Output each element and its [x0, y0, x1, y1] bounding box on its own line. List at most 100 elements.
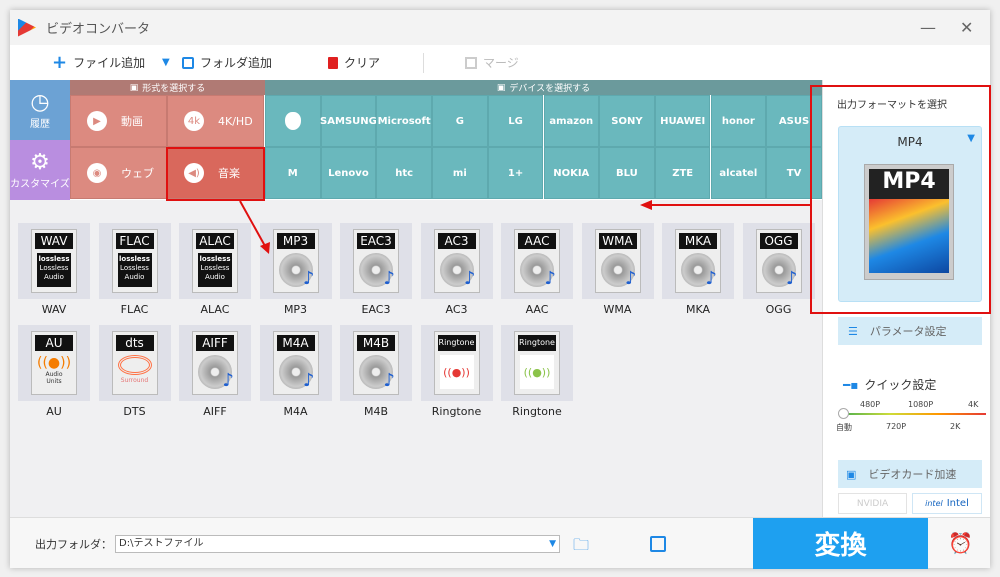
- lossless-icon: lossless Lossless Audio: [117, 253, 152, 287]
- plus-icon: +: [52, 52, 68, 73]
- slider-handle[interactable]: [838, 408, 849, 419]
- format-tile-mka[interactable]: MKA ♪: [662, 223, 734, 299]
- lenovo-logo-icon: Lenovo: [328, 167, 369, 179]
- device-motorola[interactable]: M: [265, 147, 321, 199]
- app-logo-icon: [18, 18, 36, 37]
- add-file-dropdown-icon[interactable]: ▼: [162, 57, 170, 68]
- lossless-text: Lossless Audio: [200, 264, 230, 281]
- microsoft-logo-icon: Microsoft: [377, 115, 431, 127]
- output-folder-input[interactable]: D:\テストファイル ▼: [115, 535, 560, 553]
- device-samsung[interactable]: SAMSUNG: [320, 95, 377, 147]
- device-honor[interactable]: honor: [710, 95, 767, 147]
- format-tile-aiff[interactable]: AIFF ♪: [179, 325, 251, 401]
- device-xiaomi[interactable]: mi: [432, 147, 488, 199]
- format-tile-aac[interactable]: AAC ♪: [501, 223, 573, 299]
- device-oneplus[interactable]: 1+: [487, 147, 544, 199]
- gpu-acceleration-button[interactable]: ▣ ビデオカード加速: [838, 460, 982, 488]
- device-amazon[interactable]: amazon: [543, 95, 599, 147]
- format-chrome-button[interactable]: ◉ ウェブ: [70, 147, 167, 199]
- chevron-down-icon[interactable]: ▼: [549, 536, 556, 552]
- format-badge: M4A: [276, 335, 315, 351]
- convert-button[interactable]: 変換: [753, 518, 928, 569]
- format-tile-ringtone[interactable]: Ringtone ((●)): [501, 325, 573, 401]
- android-ringtone-icon: ((●)): [520, 355, 554, 389]
- format-tile-ogg[interactable]: OGG ♪: [742, 223, 815, 299]
- device-apple[interactable]: [265, 95, 321, 147]
- format-name: AC3: [445, 303, 468, 316]
- slider-track[interactable]: [842, 413, 986, 415]
- device-htc[interactable]: htc: [376, 147, 432, 199]
- format-file-icon: AIFF ♪: [192, 331, 238, 395]
- device-huawei[interactable]: HUAWEI: [654, 95, 711, 147]
- close-button[interactable]: ✕: [960, 18, 973, 37]
- alarm-clock-icon[interactable]: ⏰: [948, 531, 973, 555]
- minimize-button[interactable]: —: [920, 18, 936, 37]
- format-tile-ringtone[interactable]: Ringtone ((●)): [420, 325, 493, 401]
- format-tile-au[interactable]: AU ((●)) Audio Units: [18, 325, 90, 401]
- music-note-icon: ♪: [625, 268, 637, 289]
- device-blu[interactable]: BLU: [599, 147, 655, 199]
- intel-button[interactable]: intel Intel: [912, 493, 982, 514]
- format-name: WAV: [41, 303, 67, 316]
- format-file-icon: FLAC lossless Lossless Audio: [111, 229, 158, 293]
- format-badge: AAC: [518, 233, 556, 249]
- lossless-logo: lossless: [118, 255, 151, 263]
- merge-icon: [465, 56, 477, 69]
- quality-slider[interactable]: 480P 1080P 4K 自動 720P 2K: [836, 400, 988, 440]
- merge-button[interactable]: マージ: [465, 54, 519, 71]
- format-tile-wma[interactable]: WMA ♪: [581, 223, 654, 299]
- format-file-icon: M4B ♪: [353, 331, 399, 395]
- music-note-icon: ♪: [222, 370, 235, 391]
- clear-button[interactable]: クリア: [328, 54, 380, 71]
- format-file-icon: Ringtone ((●)): [433, 331, 480, 395]
- format-name: Ringtone: [512, 405, 562, 418]
- format-tile-m4b[interactable]: M4B ♪: [340, 325, 412, 401]
- format-play-button[interactable]: ▶ 動画: [70, 95, 167, 147]
- video-folder-icon[interactable]: [650, 536, 666, 552]
- format-tile-mp3[interactable]: MP3 ♪: [259, 223, 332, 299]
- device-microsoft[interactable]: Microsoft: [376, 95, 432, 147]
- lossless-logo: lossless: [38, 255, 70, 263]
- format-tile-flac[interactable]: FLAC lossless Lossless Audio: [98, 223, 171, 299]
- device-alcatel[interactable]: alcatel: [710, 147, 767, 199]
- format-tile-dts[interactable]: dts Surround: [98, 325, 171, 401]
- format-tile-ac3[interactable]: AC3 ♪: [420, 223, 493, 299]
- format-tile-eac3[interactable]: EAC3 ♪: [340, 223, 412, 299]
- divider: [423, 53, 424, 73]
- music-note-icon: ♪: [464, 268, 476, 289]
- format-name: Ringtone: [431, 405, 482, 418]
- format-tile-alac[interactable]: ALAC lossless Lossless Audio: [179, 223, 251, 299]
- music-disc-icon: ♪: [278, 355, 315, 391]
- oneplus-logo-icon: 1+: [507, 167, 524, 179]
- device-nokia[interactable]: NOKIA: [543, 147, 599, 199]
- add-folder-label: フォルダ追加: [200, 56, 273, 70]
- format-4k-button[interactable]: 4k 4K/HD: [167, 95, 264, 147]
- format-tile-m4a[interactable]: M4A ♪: [259, 325, 332, 401]
- open-folder-icon[interactable]: 🗀: [573, 534, 589, 561]
- surround-rings-icon: [117, 355, 152, 375]
- format-name: FLAC: [120, 303, 149, 316]
- device-zte[interactable]: ZTE: [654, 147, 711, 199]
- merge-label: マージ: [483, 56, 519, 70]
- parameter-settings-button[interactable]: ☰ パラメータ設定: [838, 317, 982, 345]
- tick-label-top: 1080P: [908, 400, 934, 409]
- add-folder-button[interactable]: フォルダ追加: [182, 54, 272, 71]
- format-label: 動画: [121, 115, 143, 128]
- format-file-icon: OGG ♪: [755, 229, 802, 293]
- device-lg[interactable]: LG: [487, 95, 544, 147]
- history-button[interactable]: ◷ 履歴: [10, 80, 70, 140]
- folder-icon: [182, 56, 194, 69]
- customize-button[interactable]: ⚙ カスタマイズ: [10, 140, 70, 200]
- device-sony[interactable]: SONY: [599, 95, 655, 147]
- music-disc-icon: ♪: [600, 253, 637, 289]
- tick-label-bottom: 720P: [886, 422, 907, 431]
- gear-icon: ⚙: [30, 150, 50, 175]
- format-header: ▣ 形式を選択する: [70, 80, 265, 95]
- add-file-button[interactable]: + ファイル追加: [52, 52, 145, 73]
- format-name: OGG: [765, 303, 792, 316]
- nvidia-button[interactable]: NVIDIA: [838, 493, 907, 514]
- motorola-logo-icon: M: [287, 167, 298, 179]
- device-lenovo[interactable]: Lenovo: [320, 147, 377, 199]
- format-tile-wav[interactable]: WAV lossless Lossless Audio: [18, 223, 90, 299]
- device-google[interactable]: G: [432, 95, 488, 147]
